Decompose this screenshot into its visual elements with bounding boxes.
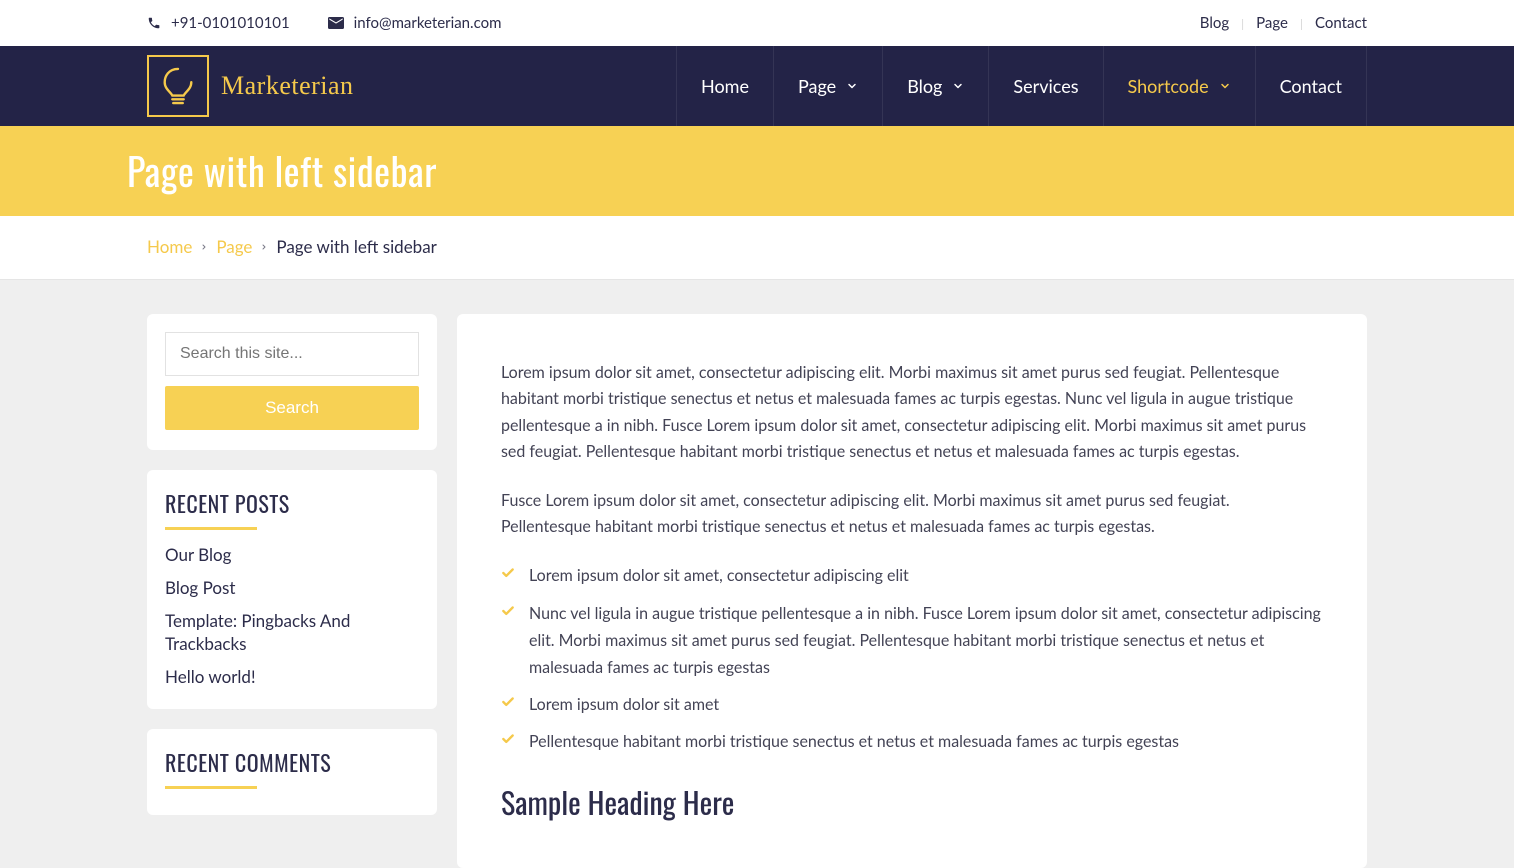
nav-item-label: Shortcode xyxy=(1128,75,1209,97)
widget-title: RECENT POSTS xyxy=(165,488,419,530)
topbar-email: info@marketerian.com xyxy=(328,14,502,32)
recent-post-link[interactable]: Hello world! xyxy=(165,666,419,689)
sidebar: Search RECENT POSTS Our Blog Blog Post Tem… xyxy=(147,314,437,815)
recent-post-link[interactable]: Template: Pingbacks And Trackbacks xyxy=(165,610,419,656)
main-content: Lorem ipsum dolor sit amet, consectetur … xyxy=(457,314,1367,868)
check-icon xyxy=(501,604,515,618)
nav-item-label: Blog xyxy=(907,75,942,97)
chevron-down-icon xyxy=(846,80,858,92)
nav-item-services[interactable]: Services xyxy=(988,46,1102,126)
sample-heading: Sample Heading Here xyxy=(501,779,1323,824)
nav-links: Home Page Blog Services Shortcode Contact xyxy=(676,46,1367,126)
topbar-email-text: info@marketerian.com xyxy=(354,14,502,32)
breadcrumb: Home Page Page with left sidebar xyxy=(147,216,1367,279)
list-item-text: Lorem ipsum dolor sit amet, consectetur … xyxy=(529,566,909,585)
search-widget: Search xyxy=(147,314,437,450)
recent-posts-widget: RECENT POSTS Our Blog Blog Post Template: … xyxy=(147,470,437,709)
nav-item-label: Contact xyxy=(1280,75,1342,97)
check-icon xyxy=(501,695,515,709)
nav-item-home[interactable]: Home xyxy=(676,46,773,126)
list-item: Nunc vel ligula in augue tristique pelle… xyxy=(501,600,1323,682)
widget-title: RECENT COMMENTS xyxy=(165,747,419,789)
nav-item-blog[interactable]: Blog xyxy=(882,46,988,126)
topbar-links: Blog | Page | Contact xyxy=(1200,14,1367,32)
bullet-list: Lorem ipsum dolor sit amet, consectetur … xyxy=(501,562,1323,755)
main-nav: Marketerian Home Page Blog Services Shortcod… xyxy=(0,46,1514,126)
nav-item-contact[interactable]: Contact xyxy=(1255,46,1367,126)
brand[interactable]: Marketerian xyxy=(147,55,354,117)
recent-comments-widget: RECENT COMMENTS xyxy=(147,729,437,815)
search-button[interactable]: Search xyxy=(165,386,419,430)
nav-item-shortcode[interactable]: Shortcode xyxy=(1103,46,1255,126)
nav-item-label: Page xyxy=(798,75,836,97)
topbar-link-blog[interactable]: Blog xyxy=(1200,14,1229,32)
paragraph: Lorem ipsum dolor sit amet, consectetur … xyxy=(501,360,1323,466)
chevron-right-icon xyxy=(260,241,268,253)
breadcrumb-item[interactable]: Home xyxy=(147,236,192,257)
nav-item-label: Services xyxy=(1013,75,1078,97)
topbar-link-page[interactable]: Page xyxy=(1256,14,1288,32)
chevron-right-icon xyxy=(200,241,208,253)
list-item: Pellentesque habitant morbi tristique se… xyxy=(501,728,1323,755)
nav-item-page[interactable]: Page xyxy=(773,46,882,126)
breadcrumb-wrap: Home Page Page with left sidebar xyxy=(0,216,1514,280)
recent-posts-list: Our Blog Blog Post Template: Pingbacks And… xyxy=(165,544,419,689)
page-title-bar: Page with left sidebar xyxy=(0,126,1514,216)
breadcrumb-item: Page with left sidebar xyxy=(276,236,436,257)
search-input[interactable] xyxy=(165,332,419,376)
page-title: Page with left sidebar xyxy=(127,142,1387,198)
check-icon xyxy=(501,732,515,746)
nav-item-label: Home xyxy=(701,75,749,97)
phone-icon xyxy=(147,16,161,30)
brand-logo-icon xyxy=(147,55,209,117)
topbar-link-contact[interactable]: Contact xyxy=(1315,14,1367,32)
envelope-icon xyxy=(328,17,344,29)
topbar-phone-text: +91-0101010101 xyxy=(171,14,290,32)
page-body: Search RECENT POSTS Our Blog Blog Post Tem… xyxy=(0,280,1514,868)
list-item: Lorem ipsum dolor sit amet xyxy=(501,691,1323,718)
breadcrumb-item[interactable]: Page xyxy=(216,236,252,257)
brand-name: Marketerian xyxy=(221,71,354,101)
topbar-separator: | xyxy=(1300,16,1303,31)
paragraph: Fusce Lorem ipsum dolor sit amet, consec… xyxy=(501,488,1323,541)
topbar-phone: +91-0101010101 xyxy=(147,14,290,32)
chevron-down-icon xyxy=(952,80,964,92)
chevron-down-icon xyxy=(1219,80,1231,92)
topbar-separator: | xyxy=(1241,16,1244,31)
recent-post-link[interactable]: Blog Post xyxy=(165,577,419,600)
list-item: Lorem ipsum dolor sit amet, consectetur … xyxy=(501,562,1323,589)
list-item-text: Lorem ipsum dolor sit amet xyxy=(529,695,719,714)
recent-post-link[interactable]: Our Blog xyxy=(165,544,419,567)
list-item-text: Nunc vel ligula in augue tristique pelle… xyxy=(529,604,1321,677)
check-icon xyxy=(501,566,515,580)
list-item-text: Pellentesque habitant morbi tristique se… xyxy=(529,732,1179,751)
topbar: +91-0101010101 info@marketerian.com Blog… xyxy=(0,0,1514,46)
